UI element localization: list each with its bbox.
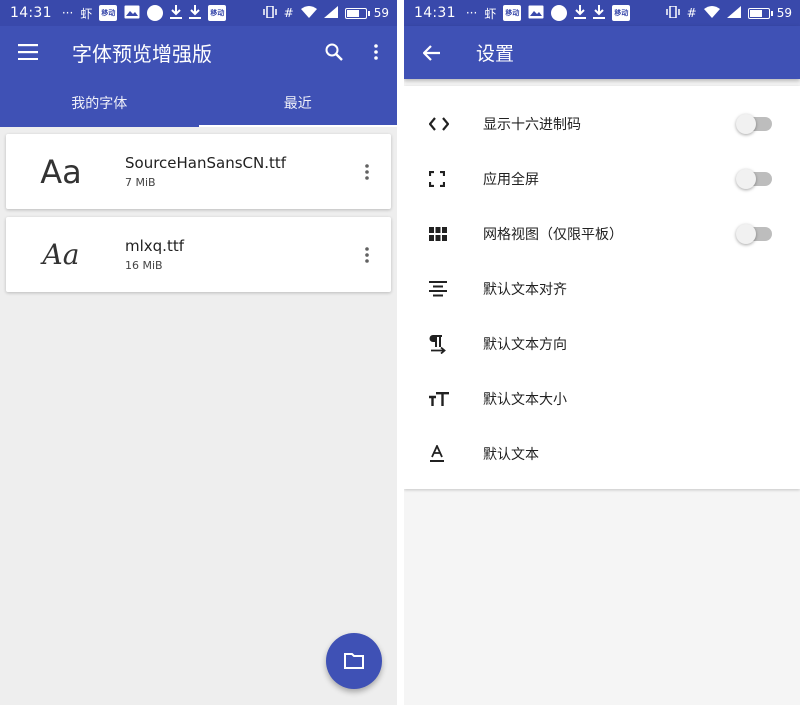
right-screen: 14:31 ··· 虾 移动 移动 # 59 设置 显示十六进制码 应用全屏 网… xyxy=(404,0,800,705)
align-center-icon xyxy=(429,280,447,296)
image-icon xyxy=(528,5,544,22)
circle-icon xyxy=(147,5,164,21)
setting-text-align[interactable]: 默认文本对齐 xyxy=(404,261,800,316)
font-size: 16 MiB xyxy=(125,259,163,272)
image-icon xyxy=(124,5,140,22)
search-icon xyxy=(325,43,343,61)
circle-icon xyxy=(551,5,568,21)
setting-label: 默认文本对齐 xyxy=(483,281,567,298)
font-size: 7 MiB xyxy=(125,176,156,189)
grid-view-toggle[interactable] xyxy=(736,223,772,244)
app-bar: 字体预览增强版 我的字体 最近 xyxy=(0,26,397,127)
more-notifications-icon: ··· xyxy=(465,6,478,20)
open-folder-fab[interactable] xyxy=(326,633,382,689)
overflow-menu-button[interactable] xyxy=(355,26,397,78)
settings-app-bar: 设置 xyxy=(404,26,800,79)
font-card[interactable]: Aa mlxq.ttf 16 MiB xyxy=(6,217,391,292)
hamburger-menu-icon xyxy=(18,44,38,60)
battery-icon xyxy=(344,7,370,19)
signal-icon xyxy=(323,5,338,21)
more-vert-icon xyxy=(374,44,378,60)
mobile-app-icon: 移动 xyxy=(208,5,227,21)
download-icon xyxy=(189,4,202,22)
mobile-app-icon: 移动 xyxy=(612,5,631,21)
menu-button[interactable] xyxy=(0,26,56,78)
setting-grid-view[interactable]: 网格视图（仅限平板） xyxy=(404,206,800,261)
text-size-icon xyxy=(429,391,449,406)
tab-my-fonts[interactable]: 我的字体 xyxy=(0,78,199,127)
app-notification-icon: 虾 xyxy=(484,6,497,21)
left-screen: 14:31 ··· 虾 移动 移动 # 59 字体预览增强版 我的字体 最近 A… xyxy=(0,0,397,705)
signal-icon xyxy=(726,5,741,21)
setting-label: 显示十六进制码 xyxy=(483,116,581,133)
fullscreen-icon xyxy=(429,170,445,187)
download-icon xyxy=(170,4,183,22)
more-notifications-icon: ··· xyxy=(61,6,74,20)
download-icon xyxy=(574,4,587,22)
more-vert-icon xyxy=(365,246,369,263)
setting-default-text[interactable]: 默认文本 xyxy=(404,426,800,481)
tab-recent[interactable]: 最近 xyxy=(198,78,398,127)
mobile-app-icon: 移动 xyxy=(503,5,522,21)
battery-fill xyxy=(749,9,762,17)
status-bar: 14:31 ··· 虾 移动 移动 # 59 xyxy=(404,0,800,26)
font-more-button[interactable] xyxy=(343,134,391,209)
font-name: mlxq.ttf xyxy=(125,237,184,255)
battery-fill xyxy=(346,9,359,17)
hash-icon: # xyxy=(283,6,294,20)
battery-level: 59 xyxy=(373,6,389,20)
wifi-icon xyxy=(300,5,317,21)
status-time: 14:31 xyxy=(10,5,52,21)
battery-level: 59 xyxy=(776,6,792,20)
font-more-button[interactable] xyxy=(343,217,391,292)
back-button[interactable] xyxy=(404,26,460,79)
setting-text-size[interactable]: 默认文本大小 xyxy=(404,371,800,426)
wifi-icon xyxy=(703,5,720,21)
vibrate-icon xyxy=(665,4,680,21)
setting-label: 应用全屏 xyxy=(483,171,539,188)
folder-icon xyxy=(344,653,364,669)
setting-show-hex[interactable]: 显示十六进制码 xyxy=(404,96,800,151)
setting-text-direction[interactable]: 默认文本方向 xyxy=(404,316,800,371)
app-title: 字体预览增强版 xyxy=(72,41,212,66)
font-preview: Aa xyxy=(42,238,80,271)
settings-list: 显示十六进制码 应用全屏 网格视图（仅限平板） 默认文本对齐 默认文本方向 默认… xyxy=(404,86,800,489)
setting-label: 默认文本方向 xyxy=(483,336,567,353)
hex-toggle[interactable] xyxy=(736,113,772,134)
font-list: Aa SourceHanSansCN.ttf 7 MiB Aa mlxq.ttf… xyxy=(6,134,391,300)
battery-icon xyxy=(747,7,773,19)
text-direction-icon xyxy=(429,334,446,354)
font-preview: Aa xyxy=(40,152,82,191)
text-format-icon xyxy=(430,444,444,462)
vibrate-icon xyxy=(262,4,277,21)
tab-bar: 我的字体 最近 xyxy=(0,78,397,127)
more-vert-icon xyxy=(365,163,369,180)
font-card[interactable]: Aa SourceHanSansCN.ttf 7 MiB xyxy=(6,134,391,209)
search-button[interactable] xyxy=(313,26,355,78)
code-icon xyxy=(429,116,449,131)
setting-label: 默认文本大小 xyxy=(483,391,567,408)
grid-view-icon xyxy=(429,226,447,241)
setting-label: 默认文本 xyxy=(483,446,539,463)
font-name: SourceHanSansCN.ttf xyxy=(125,154,287,172)
app-notification-icon: 虾 xyxy=(80,6,93,21)
arrow-back-icon xyxy=(423,44,440,61)
hash-icon: # xyxy=(686,6,697,20)
status-time: 14:31 xyxy=(414,5,456,21)
mobile-app-icon: 移动 xyxy=(99,5,118,21)
page-title: 设置 xyxy=(476,43,515,65)
status-bar: 14:31 ··· 虾 移动 移动 # 59 xyxy=(0,0,397,26)
fullscreen-toggle[interactable] xyxy=(736,168,772,189)
setting-label: 网格视图（仅限平板） xyxy=(483,226,623,243)
download-icon xyxy=(593,4,606,22)
setting-fullscreen[interactable]: 应用全屏 xyxy=(404,151,800,206)
